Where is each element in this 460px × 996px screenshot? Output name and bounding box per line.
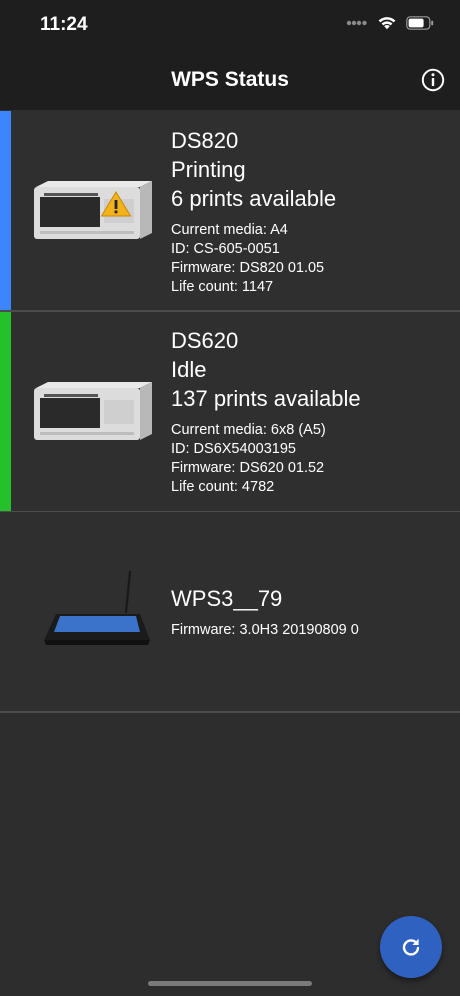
- page-title: WPS Status: [171, 68, 289, 91]
- current-media: Current media: A4: [171, 222, 288, 238]
- status-icons: [346, 15, 434, 30]
- printer-image: [34, 382, 152, 440]
- life-count: Life count: 4782: [171, 479, 275, 495]
- signal-dots-icon: [346, 20, 367, 25]
- device-info: DS620 Idle 137 prints available Current …: [171, 326, 361, 497]
- prints-available: 6 prints available: [171, 186, 337, 211]
- status-bar: 11:24: [0, 0, 460, 50]
- life-count: Life count: 1147: [171, 279, 274, 295]
- firmware: Firmware: DS620 01.52: [171, 460, 325, 476]
- refresh-button[interactable]: [380, 916, 442, 978]
- device-id: ID: DS6X54003195: [171, 441, 296, 457]
- refresh-icon: [402, 938, 420, 956]
- home-indicator: [148, 981, 312, 986]
- device-card-wps[interactable]: WPS3__79 Firmware: 3.0H3 20190809 0: [0, 512, 460, 713]
- device-info: DS820 Printing 6 prints available Curren…: [171, 126, 336, 297]
- device-name: DS820: [171, 128, 239, 153]
- printer-image: [34, 181, 152, 239]
- current-media: Current media: 6x8 (A5): [171, 422, 326, 438]
- device-id: ID: CS-605-0051: [171, 241, 280, 257]
- nav-bar: WPS Status: [0, 50, 460, 110]
- status-accent-bar: [0, 312, 11, 511]
- device-card-ds820[interactable]: DS820 Printing 6 prints available Curren…: [0, 111, 460, 312]
- device-name: DS620: [171, 328, 239, 353]
- status-accent-bar: [0, 111, 11, 310]
- status-time: 11:24: [40, 14, 88, 35]
- device-state: Printing: [171, 157, 246, 182]
- wps-device-image: [44, 570, 150, 645]
- info-icon[interactable]: [421, 68, 445, 92]
- firmware: Firmware: 3.0H3 20190809 0: [171, 622, 359, 638]
- battery-icon: [406, 15, 434, 30]
- device-info: WPS3__79 Firmware: 3.0H3 20190809 0: [171, 584, 359, 640]
- firmware: Firmware: DS820 01.05: [171, 260, 325, 276]
- wifi-icon: [378, 17, 396, 30]
- device-state: Idle: [171, 357, 207, 382]
- device-name: WPS3__79: [171, 586, 283, 611]
- warning-icon: [100, 191, 132, 217]
- device-card-ds620[interactable]: DS620 Idle 137 prints available Current …: [0, 312, 460, 513]
- prints-available: 137 prints available: [171, 386, 361, 411]
